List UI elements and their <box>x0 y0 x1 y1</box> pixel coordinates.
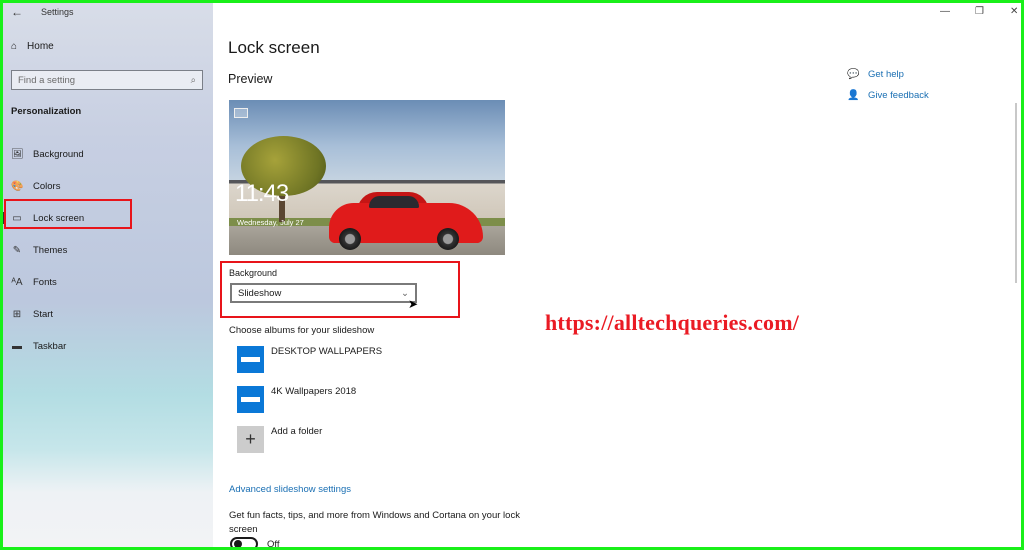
window-title: Settings <box>41 7 74 17</box>
tips-description: Get fun facts, tips, and more from Windo… <box>229 510 520 535</box>
add-folder-button[interactable]: + Add a folder <box>237 426 322 453</box>
fonts-icon: ᴬA <box>11 276 23 288</box>
tips-toggle-state: Off <box>267 539 280 547</box>
sidebar-item-fonts[interactable]: ᴬA Fonts <box>3 266 213 298</box>
preview-date: Wednesday, July 27 <box>237 218 304 227</box>
sidebar-item-taskbar[interactable]: ▬ Taskbar <box>3 330 213 362</box>
give-feedback-link[interactable]: 👤 Give feedback <box>847 90 929 101</box>
preview-car-wheel <box>437 228 459 250</box>
album-item[interactable]: 4K Wallpapers 2018 <box>237 386 356 413</box>
folder-icon <box>237 386 264 413</box>
sidebar-item-label: Colors <box>33 180 61 192</box>
sidebar-item-themes[interactable]: ✎ Themes <box>3 234 213 266</box>
sidebar: ← Settings ⌂ Home Find a setting ⌕ Perso… <box>3 3 213 547</box>
give-feedback-label: Give feedback <box>868 90 929 101</box>
preview-time: 11:43 <box>235 180 289 207</box>
preview-heading: Preview <box>228 72 273 86</box>
sidebar-item-label: Themes <box>33 244 68 256</box>
sidebar-item-colors[interactable]: 🎨 Colors <box>3 170 213 202</box>
album-name: 4K Wallpapers 2018 <box>271 386 357 397</box>
themes-icon: ✎ <box>12 244 22 256</box>
sidebar-nav: 🖼 Background 🎨 Colors ▭ Lock screen ✎ Th… <box>3 138 213 362</box>
taskbar-icon: ▬ <box>12 340 22 352</box>
album-item[interactable]: DESKTOP WALLPAPERS <box>237 346 382 373</box>
page-title: Lock screen <box>228 38 320 57</box>
scrollbar[interactable] <box>1015 103 1017 283</box>
folder-icon <box>237 346 264 373</box>
get-help-label: Get help <box>868 69 904 80</box>
background-highlight-box <box>220 261 460 318</box>
minimize-button[interactable]: — <box>940 6 950 17</box>
lock-screen-highlight-box <box>4 199 132 229</box>
preview-car-window <box>369 196 419 208</box>
sidebar-item-label: Start <box>33 308 54 320</box>
search-icon[interactable]: ⌕ <box>191 75 196 86</box>
home-label: Home <box>27 41 54 52</box>
feedback-person-icon: 👤 <box>847 90 860 101</box>
tips-toggle[interactable] <box>230 537 258 547</box>
section-title: Personalization <box>11 106 82 117</box>
preview-car-wheel <box>339 228 361 250</box>
search-placeholder: Find a setting <box>18 74 76 86</box>
maximize-button[interactable]: ❐ <box>975 6 984 17</box>
sidebar-item-start[interactable]: ⊞ Start <box>3 298 213 330</box>
lock-screen-preview: 11:43 Wednesday, July 27 <box>229 100 505 255</box>
picture-icon: 🖼 <box>11 148 24 160</box>
main-content: — ❐ ✕ Lock screen Preview 11:43 Wednesda… <box>213 3 1021 547</box>
back-arrow-icon[interactable]: ← <box>11 5 23 19</box>
sidebar-item-background[interactable]: 🖼 Background <box>3 138 213 170</box>
palette-icon: 🎨 <box>11 180 24 192</box>
search-input[interactable]: Find a setting ⌕ <box>11 70 203 90</box>
close-button[interactable]: ✕ <box>1010 6 1018 17</box>
home-nav-item[interactable]: ⌂ Home <box>11 41 54 52</box>
watermark-url: https://alltechqueries.com/ <box>545 310 800 335</box>
albums-label: Choose albums for your slideshow <box>229 325 375 336</box>
slideshow-icon <box>234 108 248 118</box>
album-name: DESKTOP WALLPAPERS <box>271 346 383 357</box>
settings-window: ← Settings ⌂ Home Find a setting ⌕ Perso… <box>3 3 1021 547</box>
plus-icon: + <box>237 426 264 453</box>
sidebar-item-label: Taskbar <box>33 340 67 352</box>
get-help-link[interactable]: 💬 Get help <box>847 69 904 80</box>
start-icon: ⊞ <box>12 308 22 320</box>
help-chat-icon: 💬 <box>847 69 860 80</box>
advanced-slideshow-link[interactable]: Advanced slideshow settings <box>229 484 351 495</box>
add-folder-label: Add a folder <box>271 426 323 437</box>
sidebar-item-label: Fonts <box>33 276 57 288</box>
sidebar-item-label: Background <box>33 148 84 160</box>
home-icon: ⌂ <box>11 41 18 52</box>
